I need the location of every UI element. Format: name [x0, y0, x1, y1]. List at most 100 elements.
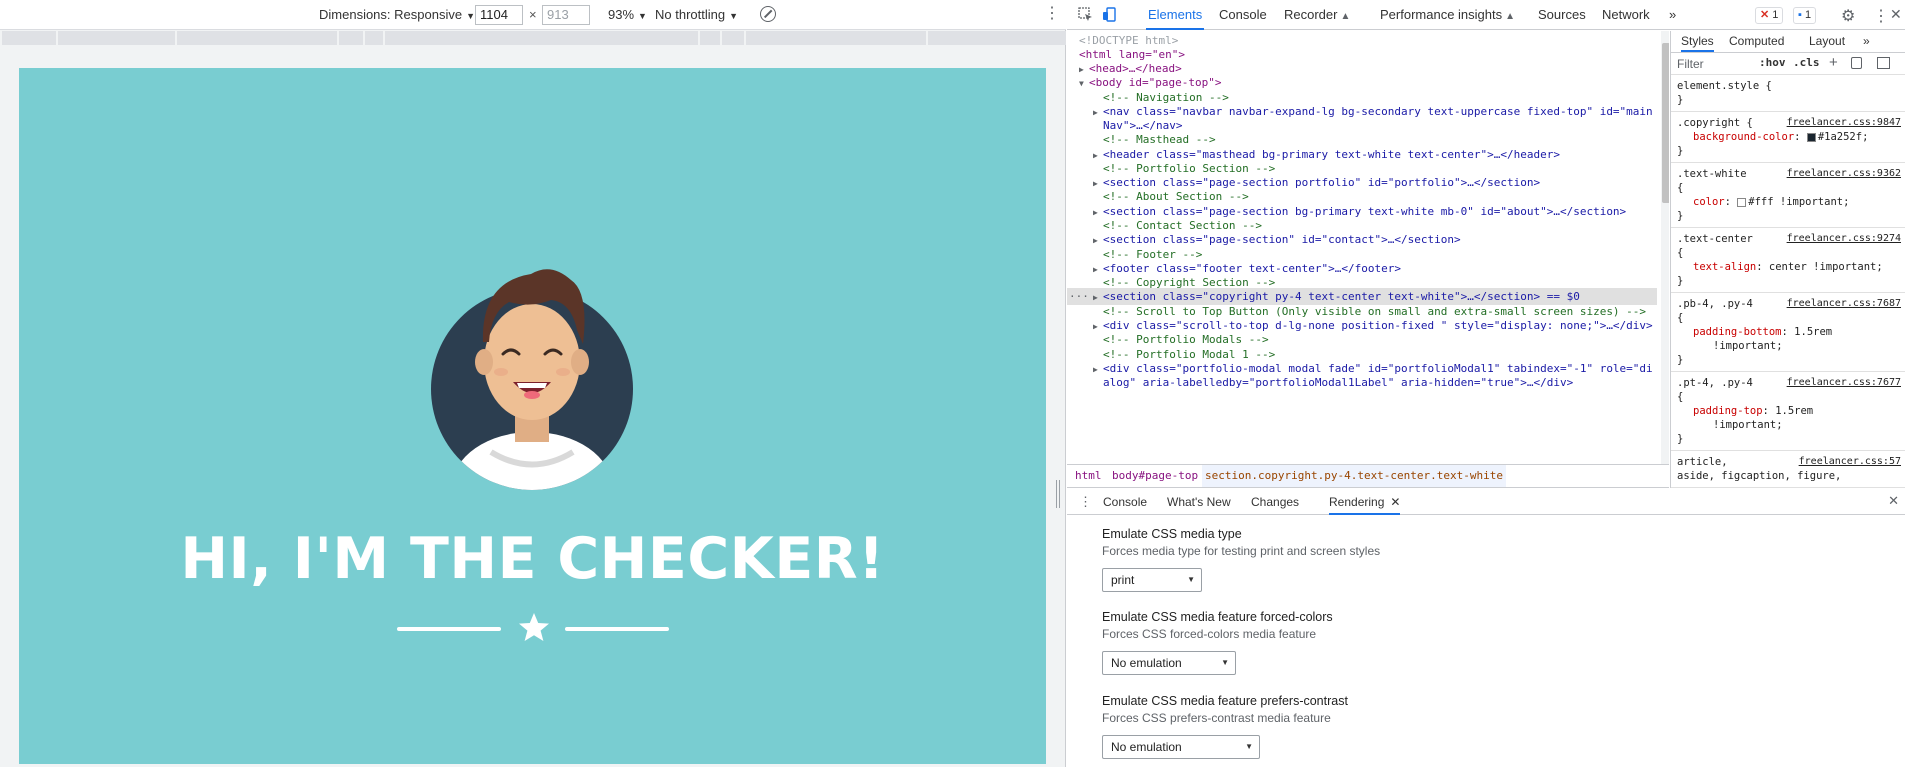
ruler-segment[interactable] [177, 31, 337, 45]
collapse-triangle-icon[interactable]: ▼ [1079, 75, 1089, 92]
drawer-tab-changes[interactable]: Changes [1251, 489, 1299, 515]
expand-triangle-icon[interactable]: ▶ [1093, 318, 1103, 335]
ruler-segment[interactable] [2, 31, 56, 45]
elements-scrollbar[interactable] [1661, 31, 1669, 464]
color-swatch[interactable] [1737, 197, 1747, 207]
expand-triangle-icon[interactable]: ▶ [1093, 104, 1103, 121]
ruler-segment[interactable] [722, 31, 745, 45]
tab-performance-insights[interactable]: Performance insights ▲ [1378, 0, 1517, 30]
device-toolbar: Dimensions: Responsive ▼ 1104 × 913 93% ▼ … [0, 0, 1066, 30]
expand-triangle-icon[interactable]: ▶ [1093, 261, 1103, 278]
prefers-contrast-select[interactable]: No emulation ▼ [1102, 735, 1260, 759]
media-type-select[interactable]: print ▼ [1102, 568, 1202, 592]
close-drawer-icon[interactable]: ✕ [1888, 493, 1899, 509]
tab-label: Elements [1148, 7, 1203, 22]
drawer-tab-rendering[interactable]: Rendering ✕ [1329, 489, 1401, 515]
tab-console[interactable]: Console [1217, 0, 1269, 30]
tab-network[interactable]: Network [1600, 0, 1652, 30]
setting-description: Forces CSS prefers-contrast media featur… [1102, 711, 1331, 725]
hov-toggle[interactable]: :hov [1759, 56, 1786, 69]
rule-source-link[interactable]: freelancer.css:9274 [1787, 232, 1901, 246]
ruler-segment[interactable] [57, 31, 176, 45]
property-value: 1.5rem [1775, 405, 1814, 417]
ruler-segment[interactable] [384, 31, 699, 45]
tab-elements[interactable]: Elements [1146, 0, 1205, 30]
more-options-icon[interactable]: ⋮ [1044, 6, 1060, 22]
expand-triangle-icon[interactable]: ▶ [1093, 147, 1103, 164]
ruler-segment[interactable] [338, 31, 363, 45]
ruler-segment[interactable] [927, 31, 1066, 45]
tab-recorder[interactable]: Recorder ▲ [1282, 0, 1352, 30]
ruler-segment[interactable] [700, 31, 721, 45]
ruler-segment[interactable] [364, 31, 383, 45]
dom-node[interactable]: alog" aria-labelledby="portfolioModal1La… [1103, 374, 1669, 391]
throttling-dropdown[interactable]: No throttling ▼ [655, 7, 738, 22]
breadcrumb-item[interactable]: section.copyright.py-4.text-center.text-… [1202, 465, 1507, 487]
gear-icon[interactable]: ⚙ [1841, 6, 1855, 26]
tab-sources[interactable]: Sources [1536, 0, 1588, 30]
setting-description: Forces CSS forced-colors media feature [1102, 627, 1317, 641]
expand-triangle-icon[interactable]: ▶ [1093, 361, 1103, 378]
zoom-dropdown[interactable]: 93% ▼ [608, 7, 647, 22]
rule-source-link[interactable]: freelancer.css:9362 [1787, 167, 1901, 181]
forced-colors-select[interactable]: No emulation ▼ [1102, 651, 1236, 675]
css-property[interactable]: padding-top: 1.5rem [1677, 404, 1899, 418]
more-dots-icon[interactable]: ··· [1069, 288, 1089, 305]
close-icon[interactable]: ✕ [1890, 6, 1902, 23]
inspect-element-icon[interactable] [1078, 7, 1093, 22]
css-rule[interactable]: freelancer.css:9362 .text-white { color:… [1671, 163, 1905, 228]
rule-close: } [1677, 275, 1684, 287]
css-rule[interactable]: freelancer.css:7687 .pb-4, .py-4 { paddi… [1671, 293, 1905, 372]
filter-input[interactable]: Filter [1677, 57, 1704, 71]
rule-source-link[interactable]: freelancer.css:57 [1799, 455, 1901, 469]
css-rule[interactable]: freelancer.css:9847 .copyright { backgro… [1671, 112, 1905, 163]
width-input[interactable]: 1104 [475, 5, 523, 25]
message-count: 1 [1804, 9, 1812, 21]
sidebar-toggle-icon[interactable] [1877, 57, 1890, 69]
height-input[interactable]: 913 [542, 5, 590, 25]
breadcrumb-item[interactable]: html [1075, 465, 1102, 487]
cls-toggle[interactable]: .cls [1793, 56, 1820, 69]
expand-triangle-icon[interactable]: ▶ [1093, 232, 1103, 249]
drawer-tab-whats-new[interactable]: What's New [1167, 489, 1231, 515]
error-icon: ✕ [1760, 9, 1770, 21]
more-options-icon[interactable]: ⋮ [1873, 6, 1889, 26]
css-rule[interactable]: element.style { } [1671, 75, 1905, 112]
message-badge[interactable]: ▪ 1 [1793, 7, 1817, 24]
breadcrumb-item[interactable]: body#page-top [1112, 465, 1198, 487]
color-swatch[interactable] [1806, 132, 1816, 142]
more-tabs-button[interactable]: » [1863, 34, 1870, 48]
css-property[interactable]: color: #fff !important; [1677, 195, 1899, 209]
page-viewport: HI, I'M THE CHECKER! [19, 68, 1046, 764]
css-rule[interactable]: freelancer.css:57 article, aside, figcap… [1671, 451, 1905, 488]
tab-styles[interactable]: Styles [1681, 34, 1714, 52]
scrollbar-thumb[interactable] [1662, 43, 1669, 203]
css-property[interactable]: padding-bottom: 1.5rem [1677, 325, 1899, 339]
css-rule[interactable]: freelancer.css:9274 .text-center { text-… [1671, 228, 1905, 293]
rule-source-link[interactable]: freelancer.css:7687 [1787, 297, 1901, 311]
resize-handle[interactable] [1056, 480, 1060, 508]
expand-triangle-icon[interactable]: ▶ [1093, 289, 1103, 306]
error-badge[interactable]: ✕ 1 [1755, 7, 1784, 24]
rule-source-link[interactable]: freelancer.css:7677 [1787, 376, 1901, 390]
tab-computed[interactable]: Computed [1729, 34, 1784, 48]
css-property[interactable]: text-align: center !important; [1677, 260, 1899, 274]
close-tab-icon[interactable]: ✕ [1390, 495, 1400, 509]
add-rule-icon[interactable]: + [1829, 54, 1838, 71]
rule-source-link[interactable]: freelancer.css:9847 [1787, 116, 1901, 130]
expand-triangle-icon[interactable]: ▶ [1093, 175, 1103, 192]
tab-layout[interactable]: Layout [1809, 34, 1845, 48]
drawer-menu-icon[interactable]: ⋮ [1079, 494, 1092, 510]
computed-styles-icon[interactable] [1851, 57, 1862, 69]
css-property[interactable]: background-color: #1a252f; [1677, 130, 1899, 144]
css-rule[interactable]: freelancer.css:7677 .pt-4, .py-4 { paddi… [1671, 372, 1905, 451]
drawer-tab-console[interactable]: Console [1103, 489, 1147, 515]
dimensions-dropdown[interactable]: Dimensions: Responsive ▼ [319, 7, 475, 22]
ruler-segment[interactable] [746, 31, 926, 45]
device-toggle-icon[interactable] [1102, 7, 1117, 22]
more-tabs-button[interactable]: » [1667, 0, 1678, 30]
rotate-icon[interactable] [760, 6, 776, 22]
flask-icon: ▲ [1505, 11, 1516, 22]
expand-triangle-icon[interactable]: ▶ [1093, 204, 1103, 221]
caret-down-icon: ▼ [1245, 742, 1253, 751]
